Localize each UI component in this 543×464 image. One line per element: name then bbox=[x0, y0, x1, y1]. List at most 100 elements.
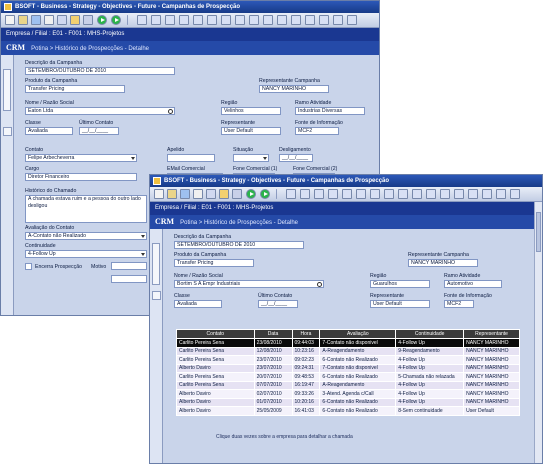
edit-icon[interactable] bbox=[206, 189, 216, 199]
delete-icon[interactable] bbox=[83, 15, 93, 25]
encerra-checkbox[interactable] bbox=[25, 263, 32, 270]
tool-icon-16[interactable] bbox=[496, 189, 506, 199]
descricao-field[interactable]: SETEMBRO/OUTUBRO DE 2010 bbox=[174, 241, 304, 249]
tool-icon-10[interactable] bbox=[263, 15, 273, 25]
side-button[interactable] bbox=[152, 291, 161, 300]
tool-icon-13[interactable] bbox=[454, 189, 464, 199]
table-row[interactable]: Carlito Pereira Sena 20/07/2010 09:48:53… bbox=[176, 372, 520, 382]
column-header[interactable]: Representante bbox=[463, 329, 520, 339]
tool-icon-12[interactable] bbox=[440, 189, 450, 199]
cargo-field[interactable]: Diretor Financeiro bbox=[25, 173, 137, 181]
tool-icon-11[interactable] bbox=[277, 15, 287, 25]
ultimo-contato-field[interactable]: __/__/____ bbox=[79, 127, 119, 135]
vertical-scrollbar[interactable] bbox=[534, 202, 542, 463]
tool-icon-1[interactable] bbox=[286, 189, 296, 199]
regiao-field[interactable]: Guarulhos bbox=[370, 280, 430, 288]
refresh-icon[interactable] bbox=[70, 15, 80, 25]
tool-icon-9[interactable] bbox=[249, 15, 259, 25]
representante-field[interactable]: User Default bbox=[221, 127, 281, 135]
new-icon[interactable] bbox=[5, 15, 15, 25]
table-row[interactable]: Carlito Pereira Sena 12/08/2010 10:23:16… bbox=[176, 346, 520, 356]
save-icon[interactable] bbox=[31, 15, 41, 25]
column-header[interactable]: Hora bbox=[291, 329, 321, 339]
representante-field[interactable]: User Default bbox=[370, 300, 430, 308]
tool-icon-15[interactable] bbox=[482, 189, 492, 199]
contato-select[interactable]: Felipe Arbecheverra bbox=[25, 154, 137, 162]
new-icon[interactable] bbox=[154, 189, 164, 199]
column-header[interactable]: Continuidade bbox=[395, 329, 465, 339]
table-row[interactable]: Alberto Daviro 02/07/2010 09:33:26 3-Ate… bbox=[176, 389, 520, 399]
tool-icon-1[interactable] bbox=[137, 15, 147, 25]
tool-icon-13[interactable] bbox=[305, 15, 315, 25]
ultimo-contato-field[interactable]: __/__/____ bbox=[258, 300, 298, 308]
representante-campanha-field[interactable]: NANCY MARINHO bbox=[259, 85, 329, 93]
scroll-thumb[interactable] bbox=[536, 212, 541, 252]
nome-field[interactable]: Eaton Ltda bbox=[25, 107, 175, 115]
regiao-field[interactable]: Velinhos bbox=[221, 107, 281, 115]
refresh-icon[interactable] bbox=[219, 189, 229, 199]
historico-field[interactable]: A chamada estava ruim e a pessoa do outr… bbox=[25, 195, 147, 223]
go-next-icon[interactable] bbox=[260, 189, 270, 199]
descricao-field[interactable]: SETEMBRO/OUTUBRO DE 2010 bbox=[25, 67, 175, 75]
go-previous-icon[interactable] bbox=[246, 189, 256, 199]
tool-icon-15[interactable] bbox=[333, 15, 343, 25]
tool-icon-4[interactable] bbox=[328, 189, 338, 199]
table-row[interactable]: Alberto Daviro 23/07/2010 09:24:31 7-Con… bbox=[176, 363, 520, 373]
tool-icon-12[interactable] bbox=[291, 15, 301, 25]
motivo-extra-field[interactable] bbox=[111, 275, 147, 283]
nome-field[interactable]: Bortim S A Empr Industriais bbox=[174, 280, 324, 288]
fonte-field[interactable]: MCF2 bbox=[295, 127, 339, 135]
open-folder-icon[interactable] bbox=[18, 15, 28, 25]
situacao-select[interactable] bbox=[233, 154, 269, 162]
tool-icon-5[interactable] bbox=[193, 15, 203, 25]
column-header[interactable]: Avaliação bbox=[319, 329, 397, 339]
side-button[interactable] bbox=[3, 127, 12, 136]
table-row[interactable]: Alberto Daviro 01/07/2010 10:20:16 6-Con… bbox=[176, 397, 520, 407]
produto-field[interactable]: Transfer Pricing bbox=[174, 259, 254, 267]
representante-campanha-field[interactable]: NANCY MARINHO bbox=[408, 259, 478, 267]
tool-icon-2[interactable] bbox=[300, 189, 310, 199]
column-header[interactable]: Contato bbox=[176, 329, 255, 339]
print-icon[interactable] bbox=[193, 189, 203, 199]
avaliacao-select[interactable]: A-Contato não Realizado bbox=[25, 232, 147, 240]
table-row[interactable]: Carlito Pereira Sena 23/08/2010 09:44:03… bbox=[176, 338, 520, 348]
tool-icon-7[interactable] bbox=[370, 189, 380, 199]
desligamento-field[interactable]: __/__/____ bbox=[279, 154, 313, 162]
tool-icon-14[interactable] bbox=[468, 189, 478, 199]
side-tab[interactable] bbox=[152, 243, 160, 285]
tool-icon-14[interactable] bbox=[319, 15, 329, 25]
motivo-field[interactable] bbox=[111, 262, 147, 270]
tool-icon-10[interactable] bbox=[412, 189, 422, 199]
tool-icon-17[interactable] bbox=[510, 189, 520, 199]
apelido-field[interactable] bbox=[167, 154, 215, 162]
tool-icon-6[interactable] bbox=[356, 189, 366, 199]
tool-icon-4[interactable] bbox=[179, 15, 189, 25]
tool-icon-7[interactable] bbox=[221, 15, 231, 25]
classe-field[interactable]: Avaliada bbox=[174, 300, 222, 308]
column-header[interactable]: Data bbox=[253, 329, 293, 339]
side-tab[interactable] bbox=[3, 69, 11, 111]
table-row[interactable]: Carlito Pereira Sena 07/07/2010 16:19:47… bbox=[176, 380, 520, 390]
ramo-field[interactable]: Industrias Diversas bbox=[295, 107, 365, 115]
tool-icon-5[interactable] bbox=[342, 189, 352, 199]
produto-field[interactable]: Transfer Pricing bbox=[25, 85, 125, 93]
ramo-field[interactable]: Automotivo bbox=[444, 280, 502, 288]
open-folder-icon[interactable] bbox=[167, 189, 177, 199]
edit-icon[interactable] bbox=[57, 15, 67, 25]
save-icon[interactable] bbox=[180, 189, 190, 199]
print-icon[interactable] bbox=[44, 15, 54, 25]
tool-icon-9[interactable] bbox=[398, 189, 408, 199]
classe-field[interactable]: Avaliada bbox=[25, 127, 73, 135]
tool-icon-11[interactable] bbox=[426, 189, 436, 199]
tool-icon-2[interactable] bbox=[151, 15, 161, 25]
tool-icon-16[interactable] bbox=[347, 15, 357, 25]
tool-icon-8[interactable] bbox=[235, 15, 245, 25]
fonte-field[interactable]: MCF2 bbox=[444, 300, 474, 308]
table-row[interactable]: Carlito Pereira Sena 23/07/2010 09:02:23… bbox=[176, 355, 520, 365]
table-row[interactable]: Alberto Daviro 25/05/2009 16:41:03 6-Con… bbox=[176, 406, 520, 416]
tool-icon-6[interactable] bbox=[207, 15, 217, 25]
delete-icon[interactable] bbox=[232, 189, 242, 199]
go-previous-icon[interactable] bbox=[97, 15, 107, 25]
go-next-icon[interactable] bbox=[111, 15, 121, 25]
tool-icon-8[interactable] bbox=[384, 189, 394, 199]
